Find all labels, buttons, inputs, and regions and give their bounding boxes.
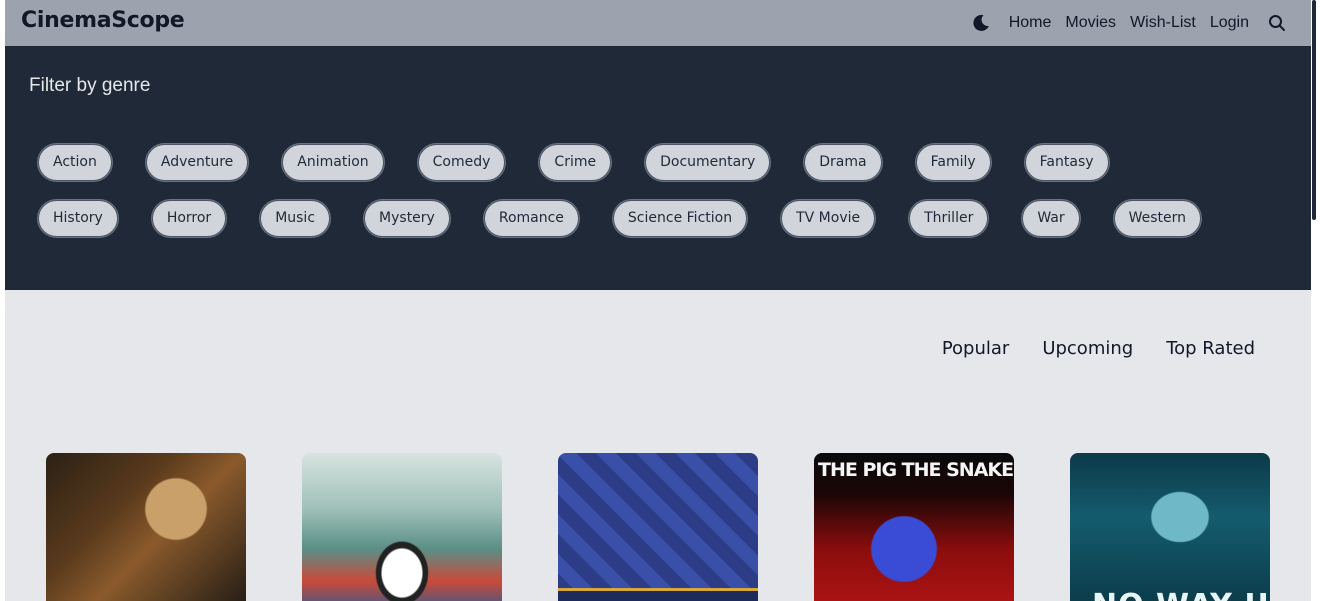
movie-card-1[interactable]	[46, 453, 246, 601]
page-scrollbar[interactable]	[1311, 0, 1320, 601]
genre-chip-thriller[interactable]: Thriller	[909, 200, 989, 237]
tab-top-rated[interactable]: Top Rated	[1166, 338, 1255, 359]
moon-icon[interactable]	[971, 13, 991, 33]
poster-title-4: THE PIG THE SNAKE AND THE PIGEON	[818, 459, 1014, 481]
genre-chip-documentary[interactable]: Documentary	[645, 144, 771, 181]
genre-chip-adventure[interactable]: Adventure	[145, 144, 249, 181]
genre-chip-music[interactable]: Music	[260, 200, 331, 237]
nav-link-home[interactable]: Home	[1009, 14, 1052, 32]
movie-card-2[interactable]	[302, 453, 502, 601]
genre-chip-romance[interactable]: Romance	[483, 200, 579, 237]
genre-chip-action[interactable]: Action	[38, 144, 112, 181]
genre-chip-animation[interactable]: Animation	[282, 144, 384, 181]
genre-chip-western[interactable]: Western	[1113, 200, 1202, 237]
genre-chip-fantasy[interactable]: Fantasy	[1024, 144, 1109, 181]
app-container: CinemaScope Home Movies Wish-List Login …	[5, 0, 1311, 601]
genre-chip-drama[interactable]: Drama	[804, 144, 882, 181]
tab-upcoming[interactable]: Upcoming	[1042, 338, 1133, 359]
nav-link-login[interactable]: Login	[1210, 14, 1249, 32]
genre-chip-tv-movie[interactable]: TV Movie	[781, 200, 876, 237]
genre-chip-history[interactable]: History	[38, 200, 118, 237]
genre-chip-science-fiction[interactable]: Science Fiction	[612, 200, 748, 237]
genre-filter-panel: Filter by genre Action Adventure Animati…	[5, 46, 1311, 290]
brand-logo[interactable]: CinemaScope	[21, 8, 185, 33]
genre-chip-war[interactable]: War	[1022, 200, 1080, 237]
nav-links: Home Movies Wish-List Login	[971, 0, 1311, 46]
genre-chip-family[interactable]: Family	[915, 144, 991, 181]
movie-grid: THE PIG THE SNAKE AND THE PIGEON NO WAY …	[46, 453, 1270, 601]
genre-row-2: History Horror Music Mystery Romance Sci…	[38, 200, 1202, 237]
scrollbar-thumb[interactable]	[1312, 0, 1316, 220]
genre-chip-mystery[interactable]: Mystery	[364, 200, 450, 237]
poster-title-5: NO WAY UP	[1092, 588, 1270, 601]
genre-row-1: Action Adventure Animation Comedy Crime …	[38, 144, 1109, 181]
movie-card-5[interactable]: NO WAY UP	[1070, 453, 1270, 601]
movie-card-3[interactable]	[558, 453, 758, 601]
nav-link-movies[interactable]: Movies	[1065, 14, 1116, 32]
filter-title: Filter by genre	[29, 75, 151, 96]
tab-popular[interactable]: Popular	[942, 338, 1010, 359]
category-tabs: Popular Upcoming Top Rated	[909, 338, 1255, 359]
movie-card-4[interactable]: THE PIG THE SNAKE AND THE PIGEON	[814, 453, 1014, 601]
genre-chip-horror[interactable]: Horror	[151, 200, 227, 237]
top-navbar: CinemaScope Home Movies Wish-List Login	[5, 0, 1311, 46]
genre-chip-crime[interactable]: Crime	[539, 144, 612, 181]
genre-chip-comedy[interactable]: Comedy	[417, 144, 506, 181]
nav-link-wishlist[interactable]: Wish-List	[1130, 14, 1196, 32]
search-icon[interactable]	[1267, 13, 1287, 33]
